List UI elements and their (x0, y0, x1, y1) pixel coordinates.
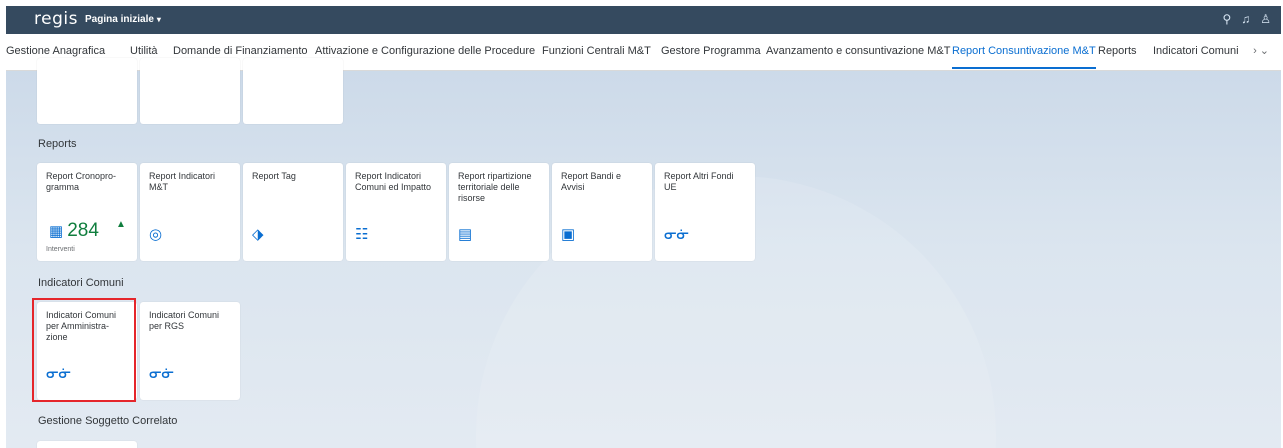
document-money-icon: ▤ (458, 226, 473, 243)
search-icon[interactable]: ⚲ (1222, 12, 1231, 26)
tile-report-bandi-avvisi[interactable]: Report Bandi e Avvisi ▣ (552, 163, 652, 261)
tile-report-altri-fondi-ue[interactable]: Report Altri Fondi UE ᓂᓃ (655, 163, 755, 261)
tile-title: Report ripartizione territoriale delle r… (458, 171, 532, 203)
section-title-indicatori-comuni: Indicatori Comuni (38, 277, 124, 289)
tile-indicatori-comuni-amministrazione[interactable]: Indicatori Comuni per Amministra-zione ᓂ… (37, 302, 137, 400)
tile-title: Indicatori Comuni per Amministra-zione (46, 310, 117, 342)
bell-icon[interactable]: ♫ (1241, 12, 1250, 26)
tab-gestore-programma[interactable]: Gestore Programma (661, 34, 761, 69)
tag-icon: ⬗ (252, 226, 264, 243)
tab-report-consuntivazione[interactable]: Report Consuntivazione M&T (952, 34, 1096, 69)
tile-partial[interactable] (37, 441, 137, 448)
regis-logo[interactable]: regis (34, 9, 78, 29)
nav-overflow-chevrons[interactable]: › ⌄ (1253, 34, 1269, 69)
tab-attivazione-configurazione[interactable]: Attivazione e Configurazione delle Proce… (315, 34, 535, 69)
trend-up-icon: ▲ (116, 219, 126, 230)
tile-title: Report Cronopro-gramma (46, 171, 117, 192)
tile-indicatori-comuni-rgs[interactable]: Indicatori Comuni per RGS ᓂᓃ (140, 302, 240, 400)
caret-down-icon: ▾ (156, 15, 161, 24)
tile-title: Report Tag (252, 171, 296, 181)
tab-avanzamento-consuntivazione[interactable]: Avanzamento e consuntivazione M&T (766, 34, 950, 69)
tile-partial[interactable] (37, 58, 137, 124)
tab-reports[interactable]: Reports (1098, 34, 1137, 69)
target-icon: ◎ (149, 226, 163, 243)
glasses-icon: ᓂᓃ (664, 226, 690, 243)
tile-title: Report Bandi e Avvisi (561, 171, 622, 192)
launchpad: regis Pagina iniziale ▾ ⚲ ♫ ♙ Gestione An… (6, 6, 1281, 448)
tab-indicatori-comuni[interactable]: Indicatori Comuni (1153, 34, 1239, 69)
section-title-gestione-soggetto: Gestione Soggetto Correlato (38, 415, 178, 427)
checklist-icon: ☷ (355, 226, 369, 243)
home-menu-button[interactable]: Pagina iniziale ▾ (85, 14, 161, 25)
shell-bar: regis Pagina iniziale ▾ ⚲ ♫ ♙ (6, 6, 1281, 34)
tile-report-tag[interactable]: Report Tag ⬗ (243, 163, 343, 261)
tile-report-indicatori-mt[interactable]: Report Indicatori M&T ◎ (140, 163, 240, 261)
section-title-reports: Reports (38, 138, 77, 150)
tile-title: Indicatori Comuni per RGS (149, 310, 220, 331)
form-icon: ▣ (561, 226, 576, 243)
tile-report-ripartizione-territoriale[interactable]: Report ripartizione territoriale delle r… (449, 163, 549, 261)
tile-title: Report Altri Fondi UE (664, 171, 734, 192)
glasses-icon: ᓂᓃ (149, 365, 175, 382)
tile-partial[interactable] (140, 58, 240, 124)
tile-report-indicatori-comuni-impatto[interactable]: Report Indicatori Comuni ed Impatto ☷ (346, 163, 446, 261)
kpi-number: 284 (67, 220, 99, 241)
tab-funzioni-centrali[interactable]: Funzioni Centrali M&T (542, 34, 651, 69)
grid-chart-icon: ▦ (49, 223, 64, 240)
kpi-value: ▦ 284 (49, 220, 99, 242)
tile-partial[interactable] (243, 58, 343, 124)
home-title-label: Pagina iniziale (85, 14, 154, 25)
tile-title: Report Indicatori Comuni ed Impatto (355, 171, 432, 192)
tile-report-cronoprogramma[interactable]: Report Cronopro-gramma ▦ 284 ▲ Interventi (37, 163, 137, 261)
glasses-icon: ᓂᓃ (46, 365, 72, 382)
tile-title: Report Indicatori M&T (149, 171, 216, 192)
tile-footer: Interventi (46, 246, 75, 253)
user-icon[interactable]: ♙ (1260, 12, 1271, 26)
